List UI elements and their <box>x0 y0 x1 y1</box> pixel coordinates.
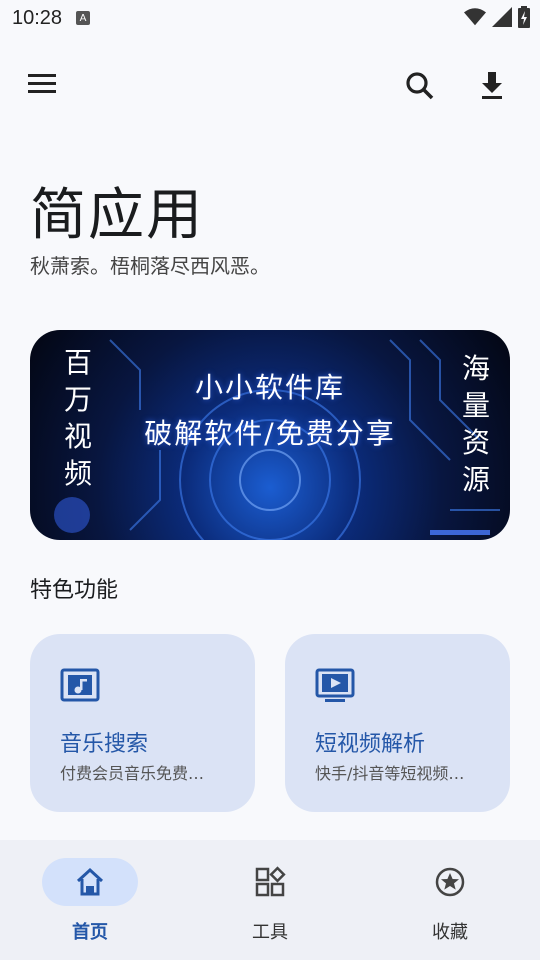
app-bar <box>0 60 540 108</box>
banner-tagline: 破解软件/免费分享 <box>144 417 396 450</box>
hamburger-menu-icon <box>28 74 56 93</box>
short-video-parse-card[interactable]: 短视频解析 快手/抖音等短视频… <box>285 634 510 812</box>
signal-icon <box>492 7 512 27</box>
page-title: 简应用 <box>30 183 204 248</box>
star-icon <box>435 867 465 897</box>
wifi-icon <box>464 8 486 26</box>
nav-item-home[interactable]: 首页 <box>30 858 170 948</box>
section-title: 特色功能 <box>30 578 119 603</box>
banner-left-char: 频 <box>63 457 92 490</box>
status-bar: 10:28 A <box>0 0 540 36</box>
menu-button[interactable] <box>22 66 62 102</box>
nav-item-tools[interactable]: 工具 <box>210 858 350 948</box>
card-description: 付费会员音乐免费… <box>60 764 205 783</box>
download-icon <box>482 72 502 99</box>
keyboard-badge-icon: A <box>76 11 91 25</box>
download-button[interactable] <box>470 66 514 106</box>
music-search-card[interactable]: 音乐搜索 付费会员音乐免费… <box>30 634 255 812</box>
tools-grid-icon <box>255 866 286 897</box>
bottom-navigation: 首页 工具 收藏 <box>0 840 540 960</box>
status-time: 10:28 <box>12 6 63 29</box>
promo-banner[interactable]: 百 万 视 频 海 量 资 源 小小软件库 破解软件/免费分享 <box>30 330 510 540</box>
video-play-icon <box>315 668 355 702</box>
search-button[interactable] <box>398 66 442 106</box>
search-icon <box>406 72 434 100</box>
card-description: 快手/抖音等短视频… <box>315 764 465 783</box>
battery-icon <box>518 6 530 28</box>
card-title: 短视频解析 <box>315 732 426 757</box>
nav-item-favorites[interactable]: 收藏 <box>390 858 530 948</box>
banner-headline: 小小软件库 <box>194 371 345 404</box>
music-note-icon <box>60 668 100 702</box>
nav-label: 收藏 <box>432 922 468 943</box>
nav-label: 工具 <box>252 922 288 943</box>
page-subtitle: 秋萧索。梧桐落尽西风恶。 <box>30 254 270 278</box>
banner-right-char: 源 <box>461 463 490 496</box>
home-icon <box>76 867 104 896</box>
card-title: 音乐搜索 <box>60 732 149 757</box>
nav-label: 首页 <box>72 922 108 943</box>
